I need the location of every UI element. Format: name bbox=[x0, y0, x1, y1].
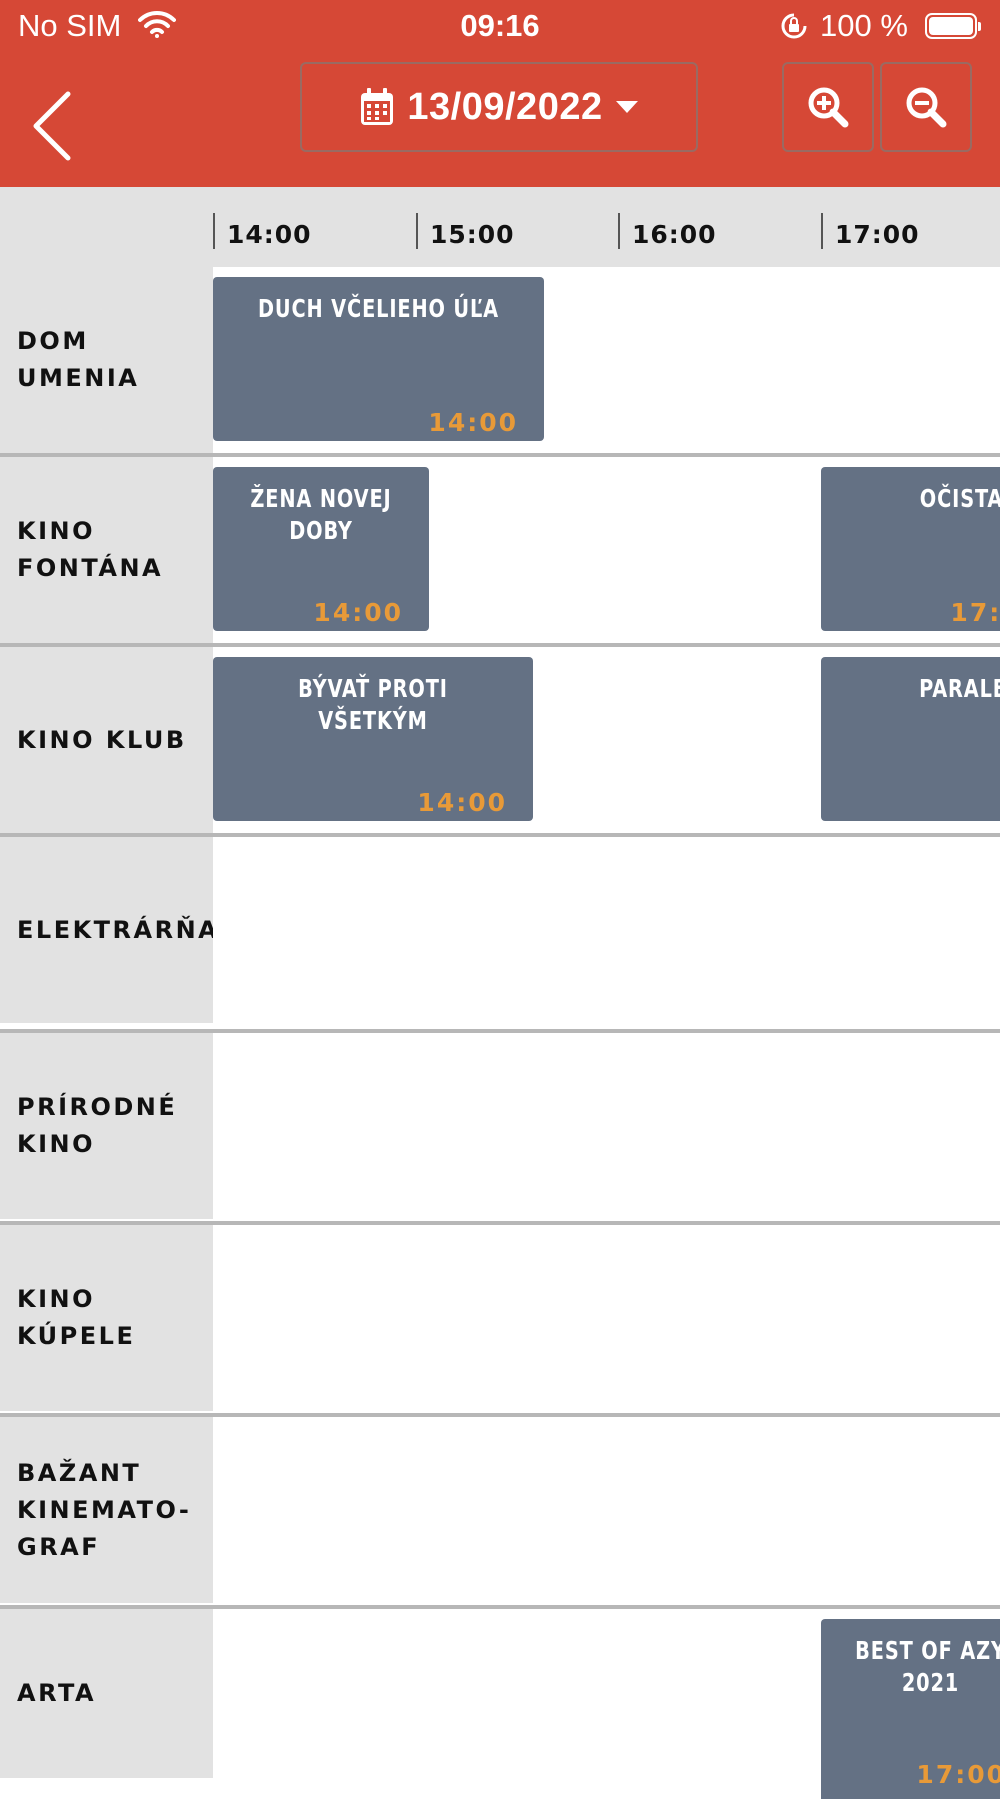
date-picker-button[interactable]: 13/09/2022 bbox=[300, 62, 698, 152]
venue-track bbox=[213, 837, 1000, 1023]
time-tick: 14:00 bbox=[213, 213, 312, 249]
venue-label: KINO KLUB bbox=[0, 647, 213, 833]
chevron-left-icon bbox=[33, 91, 71, 161]
venue-label: ELEKTRÁRŇA bbox=[0, 837, 217, 1023]
event-title: OČISTA bbox=[919, 484, 1000, 513]
zoom-in-icon bbox=[808, 87, 849, 128]
venue-row: ARTA BEST OF AZY 2021 17:00 bbox=[0, 1609, 1000, 1799]
venue-label: PRÍRODNÉ KINO bbox=[0, 1033, 213, 1219]
venue-label: DOM UMENIA bbox=[0, 267, 213, 453]
event-title: BÝVAŤ PROTI VŠETKÝM bbox=[298, 674, 448, 735]
venue-label: KINO KÚPELE bbox=[0, 1225, 213, 1411]
event-time: 14:00 bbox=[417, 788, 507, 817]
event-card[interactable]: DUCH VČELIEHO ÚĽA 14:00 bbox=[213, 277, 544, 441]
venue-track bbox=[213, 1417, 1000, 1603]
selected-date: 13/09/2022 bbox=[407, 85, 603, 128]
venue-label: BAŽANT KINEMATO- GRAF bbox=[0, 1417, 213, 1603]
venue-name: PRÍRODNÉ KINO bbox=[17, 1093, 178, 1158]
calendar-icon bbox=[361, 88, 394, 125]
venue-row: KINO FONTÁNA ŽENA NOVEJ DOBY 14:00 OČIST… bbox=[0, 457, 1000, 643]
event-title: PARALE bbox=[919, 674, 1000, 703]
app-bar: No SIM 09:16 100 % 13/09/2022 bbox=[0, 0, 1000, 187]
event-title: BEST OF AZY 2021 bbox=[855, 1636, 1000, 1697]
venue-name: KINO KÚPELE bbox=[17, 1285, 136, 1350]
event-card[interactable]: ŽENA NOVEJ DOBY 14:00 bbox=[213, 467, 429, 631]
venue-row: BAŽANT KINEMATO- GRAF bbox=[0, 1417, 1000, 1603]
event-card[interactable]: PARALE bbox=[821, 657, 1000, 821]
venue-name: DOM UMENIA bbox=[17, 327, 140, 392]
time-tick: 15:00 bbox=[416, 213, 515, 249]
event-time: 14:00 bbox=[428, 408, 518, 437]
event-card[interactable]: BÝVAŤ PROTI VŠETKÝM 14:00 bbox=[213, 657, 533, 821]
caret-down-icon bbox=[615, 101, 638, 113]
timeline-header: 14:00 15:00 16:00 17:00 bbox=[0, 187, 1000, 267]
event-card[interactable]: OČISTA 17:00 bbox=[821, 467, 1000, 631]
venue-row: KINO KÚPELE bbox=[0, 1225, 1000, 1411]
venue-track bbox=[213, 1033, 1000, 1219]
event-time: 17:00 bbox=[916, 1760, 1000, 1789]
status-battery-percent: 100 % bbox=[820, 8, 908, 43]
orientation-lock-icon bbox=[780, 12, 808, 45]
event-time: 14:00 bbox=[313, 598, 403, 627]
venue-row: DOM UMENIA DUCH VČELIEHO ÚĽA 14:00 bbox=[0, 267, 1000, 453]
zoom-out-icon bbox=[906, 87, 947, 128]
battery-icon bbox=[925, 13, 981, 39]
venue-row: KINO KLUB BÝVAŤ PROTI VŠETKÝM 14:00 PARA… bbox=[0, 647, 1000, 833]
venue-name: ELEKTRÁRŇA bbox=[17, 915, 220, 944]
venue-label: KINO FONTÁNA bbox=[0, 457, 213, 643]
venue-label: ARTA bbox=[0, 1609, 213, 1778]
time-tick: 17:00 bbox=[821, 213, 920, 249]
venue-name: BAŽANT KINEMATO- GRAF bbox=[17, 1458, 192, 1561]
venue-name: ARTA bbox=[17, 1679, 97, 1707]
time-tick: 16:00 bbox=[618, 213, 717, 249]
event-time: 17:00 bbox=[950, 598, 1000, 627]
zoom-in-button[interactable] bbox=[782, 62, 874, 152]
venue-row: ELEKTRÁRŇA bbox=[0, 837, 1000, 1023]
event-card[interactable]: BEST OF AZY 2021 17:00 bbox=[821, 1619, 1000, 1799]
event-title: ŽENA NOVEJ DOBY bbox=[250, 484, 392, 545]
venue-track bbox=[213, 1225, 1000, 1411]
zoom-out-button[interactable] bbox=[880, 62, 972, 152]
venue-name: KINO FONTÁNA bbox=[17, 517, 164, 582]
venue-name: KINO KLUB bbox=[17, 725, 187, 754]
venue-row: PRÍRODNÉ KINO bbox=[0, 1033, 1000, 1219]
event-title: DUCH VČELIEHO ÚĽA bbox=[258, 294, 499, 323]
back-button[interactable] bbox=[28, 88, 82, 164]
